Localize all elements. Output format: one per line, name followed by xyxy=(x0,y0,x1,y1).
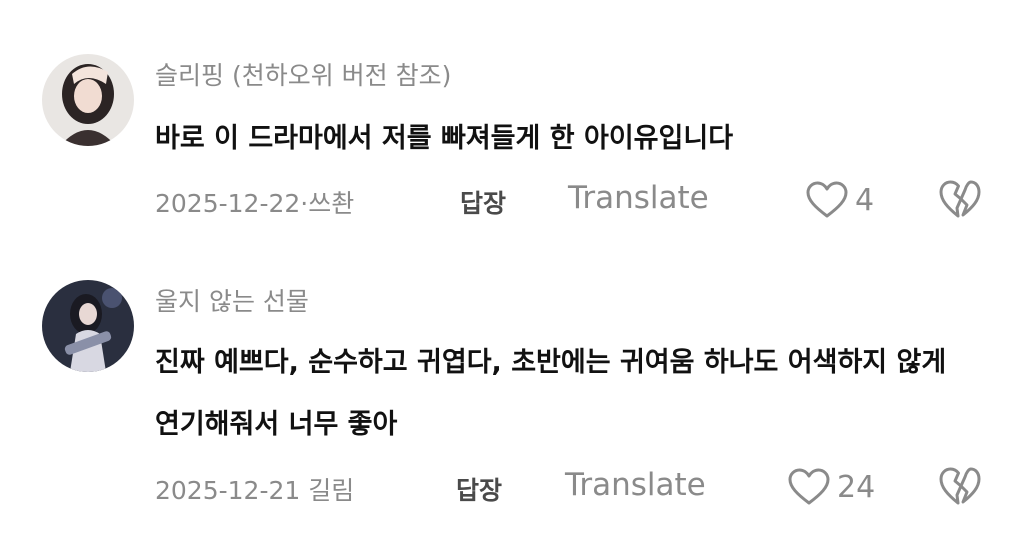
comment-meta-row: 2025-12-21 길림 답장 Translate 24 xyxy=(0,465,1024,509)
user-avatar[interactable] xyxy=(42,280,134,372)
like-count: 4 xyxy=(855,182,875,218)
heart-outline-icon xyxy=(806,181,848,218)
comment-date-location: 2025-12-22·쓰촨 xyxy=(155,189,355,218)
translate-button[interactable]: Translate xyxy=(568,180,709,216)
comment-item: 울지 않는 선물 진짜 예쁘다, 순수하고 귀엽다, 초반에는 귀여움 하나도 … xyxy=(0,268,1024,556)
broken-heart-icon xyxy=(939,180,981,218)
user-avatar[interactable] xyxy=(42,54,134,146)
comment-username[interactable]: 울지 않는 선물 xyxy=(155,282,309,318)
like-button[interactable]: 24 xyxy=(787,465,875,509)
comment-text: 바로 이 드라마에서 저를 빠져들게 한 아이유입니다 xyxy=(155,123,734,154)
comment-item: 슬리핑 (천하오위 버전 참조) 바로 이 드라마에서 저를 빠져들게 한 아이… xyxy=(0,0,1024,250)
dislike-button[interactable] xyxy=(938,178,982,220)
like-count: 24 xyxy=(837,469,876,505)
dislike-button[interactable] xyxy=(938,465,982,507)
comment-date-location: 2025-12-21 길림 xyxy=(155,476,355,505)
heart-outline-icon xyxy=(788,468,830,505)
user-avatar-icon xyxy=(42,280,134,372)
like-button[interactable]: 4 xyxy=(805,178,874,222)
comment-username[interactable]: 슬리핑 (천하오위 버전 참조) xyxy=(155,56,451,92)
comment-text: 연기해줘서 너무 좋아 xyxy=(155,409,398,440)
reply-button[interactable]: 답장 xyxy=(460,184,506,220)
user-avatar-icon xyxy=(42,54,134,146)
broken-heart-icon xyxy=(939,467,981,505)
reply-button[interactable]: 답장 xyxy=(456,471,502,507)
comment-text: 진짜 예쁘다, 순수하고 귀엽다, 초반에는 귀여움 하나도 어색하지 않게 xyxy=(155,347,947,378)
comment-meta-row: 2025-12-22·쓰촨 답장 Translate 4 xyxy=(0,178,1024,222)
translate-button[interactable]: Translate xyxy=(565,467,706,503)
